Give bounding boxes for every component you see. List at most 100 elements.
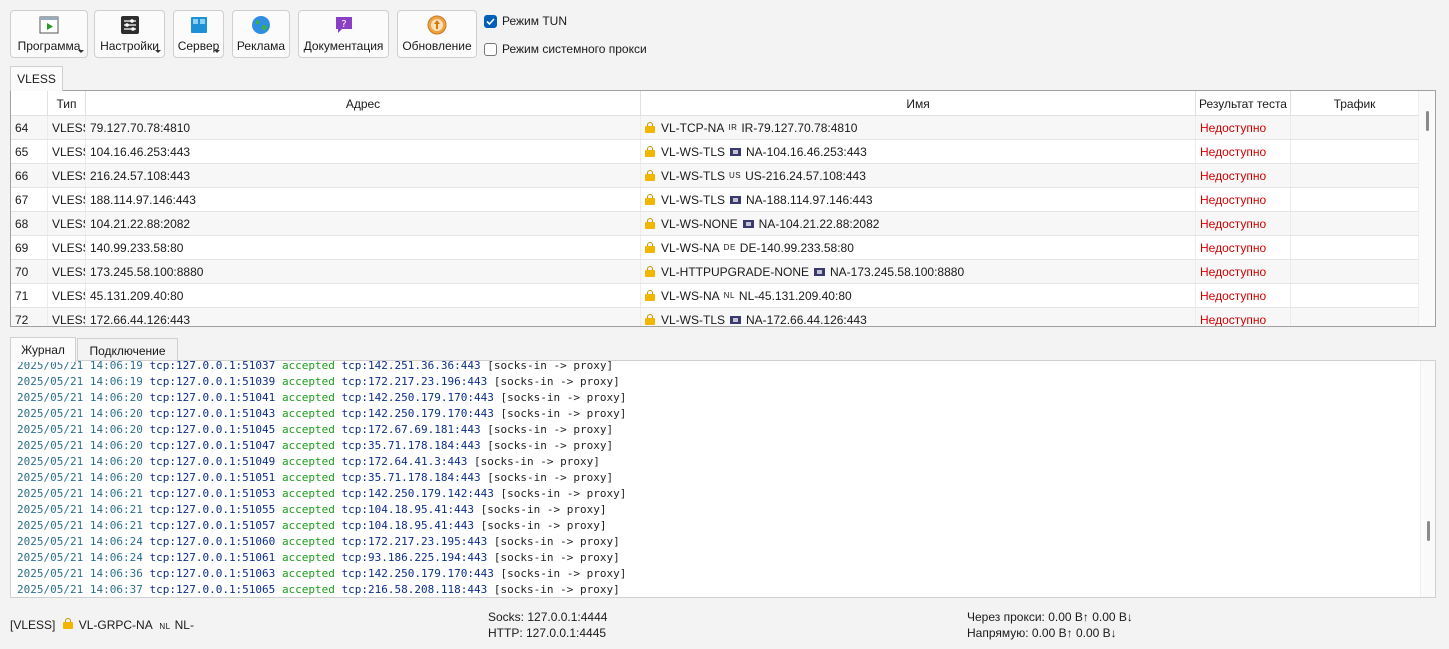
row-type: VLESS: [48, 236, 86, 259]
row-traffic: [1291, 260, 1419, 283]
table-row[interactable]: 72VLESS172.66.44.126:443 VL-WS-TLS NA-172.…: [11, 308, 1419, 327]
flag-icon: [742, 219, 754, 228]
column-header-type[interactable]: Тип: [48, 91, 86, 116]
server-icon: [189, 15, 209, 35]
lock-icon: [645, 290, 655, 301]
column-header-traffic[interactable]: Трафик: [1291, 91, 1419, 116]
row-address: 104.16.46.253:443: [86, 140, 641, 163]
current-server-status: [VLESS] VL-GRPC-NA NL NL-: [10, 618, 194, 632]
lock-icon: [645, 122, 655, 133]
row-type: VLESS: [48, 260, 86, 283]
row-test-result: Недоступно: [1196, 284, 1291, 307]
table-header: Тип Адрес Имя Результат теста Трафик: [11, 91, 1419, 116]
row-test-result: Недоступно: [1196, 236, 1291, 259]
log-line: 2025/05/21 14:06:37 tcp:127.0.0.1:51065 …: [17, 583, 620, 596]
update-icon: [427, 15, 447, 35]
log-line: 2025/05/21 14:06:36 tcp:127.0.0.1:51063 …: [17, 567, 627, 580]
row-name-suffix: IR-79.127.70.78:4810: [741, 120, 858, 135]
scrollbar-thumb[interactable]: [1427, 521, 1430, 541]
row-address: 45.131.209.40:80: [86, 284, 641, 307]
lock-icon: [645, 242, 655, 253]
log-line: 2025/05/21 14:06:20 tcp:127.0.0.1:51041 …: [17, 391, 627, 404]
http-address: HTTP: 127.0.0.1:4445: [488, 626, 607, 640]
row-number: 68: [11, 212, 48, 235]
table-row[interactable]: 69VLESS140.99.233.58:80VL-WS-NADEDE-140.…: [11, 236, 1419, 260]
row-traffic: [1291, 188, 1419, 211]
log-panel[interactable]: 2025/05/21 14:06:19 tcp:127.0.0.1:51037 …: [10, 360, 1436, 598]
lock-icon: [62, 618, 73, 629]
row-name-prefix: VL-WS-NONE: [661, 216, 738, 231]
row-name-suffix: NL-45.131.209.40:80: [738, 288, 852, 303]
row-test-result: Недоступно: [1196, 260, 1291, 283]
server-table: Тип Адрес Имя Результат теста Трафик 64 V…: [10, 90, 1436, 327]
settings-button[interactable]: Настройки: [94, 10, 165, 58]
row-name-suffix: DE-140.99.233.58:80: [739, 240, 854, 255]
direct-traffic: Напрямую: 0.00 B↑ 0.00 B↓: [967, 626, 1117, 640]
documentation-button[interactable]: ? Документация: [298, 10, 389, 58]
row-address: 172.66.44.126:443: [86, 308, 641, 326]
log-line: 2025/05/21 14:06:21 tcp:127.0.0.1:51055 …: [17, 503, 607, 516]
log-line: 2025/05/21 14:06:21 tcp:127.0.0.1:51053 …: [17, 487, 627, 500]
checkbox-checked-icon: [484, 14, 497, 28]
row-type: VLESS: [48, 116, 86, 139]
log-line: 2025/05/21 14:06:20 tcp:127.0.0.1:51051 …: [17, 471, 614, 484]
table-scrollbar[interactable]: [1418, 91, 1435, 326]
tab-vless[interactable]: VLESS: [10, 66, 63, 91]
table-row[interactable]: 71VLESS45.131.209.40:80VL-WS-NANLNL-45.1…: [11, 284, 1419, 308]
lock-icon: [645, 146, 655, 157]
system-proxy-checkbox[interactable]: Режим системного прокси: [484, 42, 647, 56]
dropdown-arrow-icon: [214, 50, 220, 53]
table-row[interactable]: 66VLESS216.24.57.108:443VL-WS-TLSUSUS-21…: [11, 164, 1419, 188]
row-name-suffix: NA-104.16.46.253:443: [746, 144, 867, 159]
tun-mode-checkbox[interactable]: Режим TUN: [484, 14, 567, 28]
scrollbar-thumb[interactable]: [1426, 111, 1429, 131]
update-button[interactable]: Обновление: [397, 10, 477, 58]
row-name-prefix: VL-WS-TLS: [661, 168, 726, 183]
settings-icon: [120, 15, 140, 35]
table-body: 64VLESS79.127.70.78:4810VL-TCP-NAIRIR-79…: [11, 116, 1419, 327]
log-line: 2025/05/21 14:06:20 tcp:127.0.0.1:51049 …: [17, 455, 600, 468]
column-header-address[interactable]: Адрес: [86, 91, 641, 116]
help-icon: ?: [334, 15, 354, 35]
row-name-suffix: US-216.24.57.108:443: [745, 168, 866, 183]
tab-log[interactable]: Журнал: [10, 337, 76, 362]
svg-text:?: ?: [341, 19, 346, 30]
flag-icon: US: [729, 171, 742, 180]
row-type: VLESS: [48, 188, 86, 211]
row-test-result: Недоступно: [1196, 116, 1291, 139]
log-scrollbar[interactable]: [1420, 361, 1435, 597]
table-row[interactable]: 67VLESS188.114.97.146:443 VL-WS-TLS NA-188…: [11, 188, 1419, 212]
table-row[interactable]: 68VLESS104.21.22.88:2082 VL-WS-NONE NA-104…: [11, 212, 1419, 236]
row-number: 66: [11, 164, 48, 187]
row-number: 69: [11, 236, 48, 259]
row-name: VL-WS-NA DE DE-140.99.233.58:80: [641, 236, 1196, 259]
row-number: 67: [11, 188, 48, 211]
tab-connections[interactable]: Подключение: [77, 338, 178, 362]
row-name-suffix: NA-104.21.22.88:2082: [758, 216, 880, 231]
ads-button[interactable]: Реклама: [232, 10, 290, 58]
row-name-prefix: VL-WS-NA: [661, 288, 720, 303]
row-traffic: [1291, 236, 1419, 259]
row-traffic: [1291, 212, 1419, 235]
row-test-result: Недоступно: [1196, 308, 1291, 326]
row-name-prefix: VL-WS-TLS: [661, 312, 726, 327]
column-header-name[interactable]: Имя: [641, 91, 1196, 116]
flag-icon: [730, 315, 742, 324]
flag-icon: IR: [728, 123, 738, 132]
table-row[interactable]: 65VLESS104.16.46.253:443 VL-WS-TLS NA-104.…: [11, 140, 1419, 164]
table-row[interactable]: 64VLESS79.127.70.78:4810VL-TCP-NAIRIR-79…: [11, 116, 1419, 140]
column-header-test-result[interactable]: Результат теста: [1196, 91, 1291, 116]
lock-icon: [645, 194, 655, 205]
log-lines: 2025/05/21 14:06:19 tcp:127.0.0.1:51037 …: [17, 361, 627, 597]
table-row[interactable]: 70VLESS173.245.58.100:8880VL-HTTPUPGRADE…: [11, 260, 1419, 284]
row-name-prefix: VL-TCP-NA: [661, 120, 725, 135]
row-traffic: [1291, 116, 1419, 139]
server-button[interactable]: Сервер: [173, 10, 224, 58]
program-icon: [39, 15, 59, 35]
row-address: 79.127.70.78:4810: [86, 116, 641, 139]
column-header-number[interactable]: [11, 91, 48, 116]
program-button[interactable]: Программа: [10, 10, 88, 58]
flag-icon: [730, 195, 742, 204]
row-name: VL-TCP-NA IR IR-79.127.70.78:4810: [641, 116, 1196, 139]
row-type: VLESS: [48, 308, 86, 326]
